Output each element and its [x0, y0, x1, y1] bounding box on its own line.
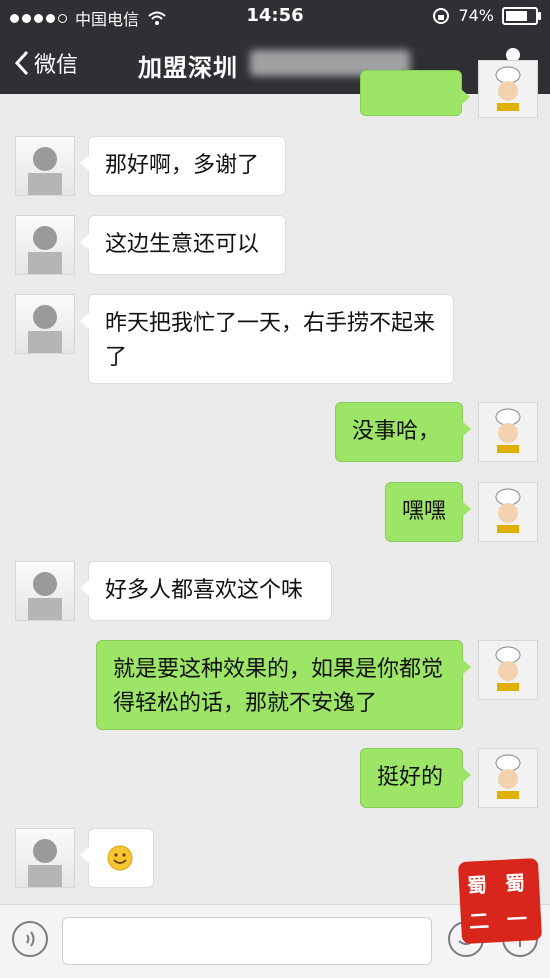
smile-emoji-icon — [107, 845, 133, 871]
message-bubble[interactable]: 就是要这种效果的，如果是你都觉得轻松的话，那就不安逸了 — [96, 640, 471, 730]
message-bubble[interactable]: 挺好的 — [360, 748, 471, 808]
chef-avatar-icon — [495, 754, 521, 799]
friend-avatar[interactable] — [15, 561, 75, 621]
top-bar: 中国电信 14:56 74% 微信 加盟深圳 — [0, 0, 550, 94]
message-bubble[interactable]: 没事哈， — [335, 402, 471, 462]
chef-avatar-icon — [495, 488, 521, 533]
chef-avatar-icon — [495, 646, 521, 691]
message-bubble[interactable]: 好多人都喜欢这个味 — [80, 561, 332, 621]
voice-button[interactable] — [12, 921, 48, 957]
my-avatar[interactable] — [478, 748, 538, 808]
nav-bar: 微信 加盟深圳 — [0, 32, 550, 94]
stamp-char: 蜀 — [504, 870, 526, 896]
chat-title: 加盟深圳 — [138, 54, 238, 82]
chevron-left-icon — [14, 50, 29, 76]
my-avatar[interactable] — [478, 60, 538, 118]
person-photo-icon — [28, 839, 62, 887]
back-button[interactable]: 微信 — [14, 47, 78, 79]
message-bubble-clipped[interactable] — [360, 70, 470, 116]
status-right: 74% — [432, 6, 541, 25]
person-photo-icon — [28, 147, 62, 195]
person-photo-icon — [28, 226, 62, 274]
rotation-lock-icon — [433, 7, 450, 24]
friend-avatar[interactable] — [15, 215, 75, 275]
stamp-char: 一 — [506, 906, 528, 932]
chef-avatar-icon — [495, 408, 521, 453]
brand-stamp-logo: 蜀 蜀 二 一 — [457, 857, 543, 945]
person-photo-icon — [28, 305, 62, 353]
message-bubble[interactable]: 嘿嘿 — [385, 482, 471, 542]
message-input[interactable] — [62, 917, 432, 965]
back-label: 微信 — [34, 53, 79, 78]
friend-avatar[interactable] — [15, 136, 75, 196]
my-avatar[interactable] — [478, 640, 538, 700]
stamp-char: 蜀 — [466, 872, 488, 898]
my-avatar[interactable] — [478, 402, 538, 462]
status-bar: 中国电信 14:56 74% — [0, 0, 550, 32]
friend-avatar[interactable] — [15, 828, 75, 888]
chef-avatar-icon — [495, 66, 521, 111]
message-bubble[interactable]: 那好啊，多谢了 — [80, 136, 286, 196]
message-bubble[interactable]: 昨天把我忙了一天，右手捞不起来了 — [80, 294, 454, 384]
chat-screen: 中国电信 14:56 74% 微信 加盟深圳 那好啊，多谢了 这边生意还可以 昨… — [0, 0, 550, 978]
friend-avatar[interactable] — [15, 294, 75, 354]
battery-percent: 74% — [458, 6, 494, 25]
message-bubble[interactable] — [80, 828, 154, 888]
person-photo-icon — [28, 572, 62, 620]
stamp-char: 二 — [468, 908, 490, 934]
voice-icon — [26, 931, 35, 947]
battery-icon — [502, 6, 541, 25]
my-avatar[interactable] — [478, 482, 538, 542]
message-bubble[interactable]: 这边生意还可以 — [80, 215, 286, 275]
